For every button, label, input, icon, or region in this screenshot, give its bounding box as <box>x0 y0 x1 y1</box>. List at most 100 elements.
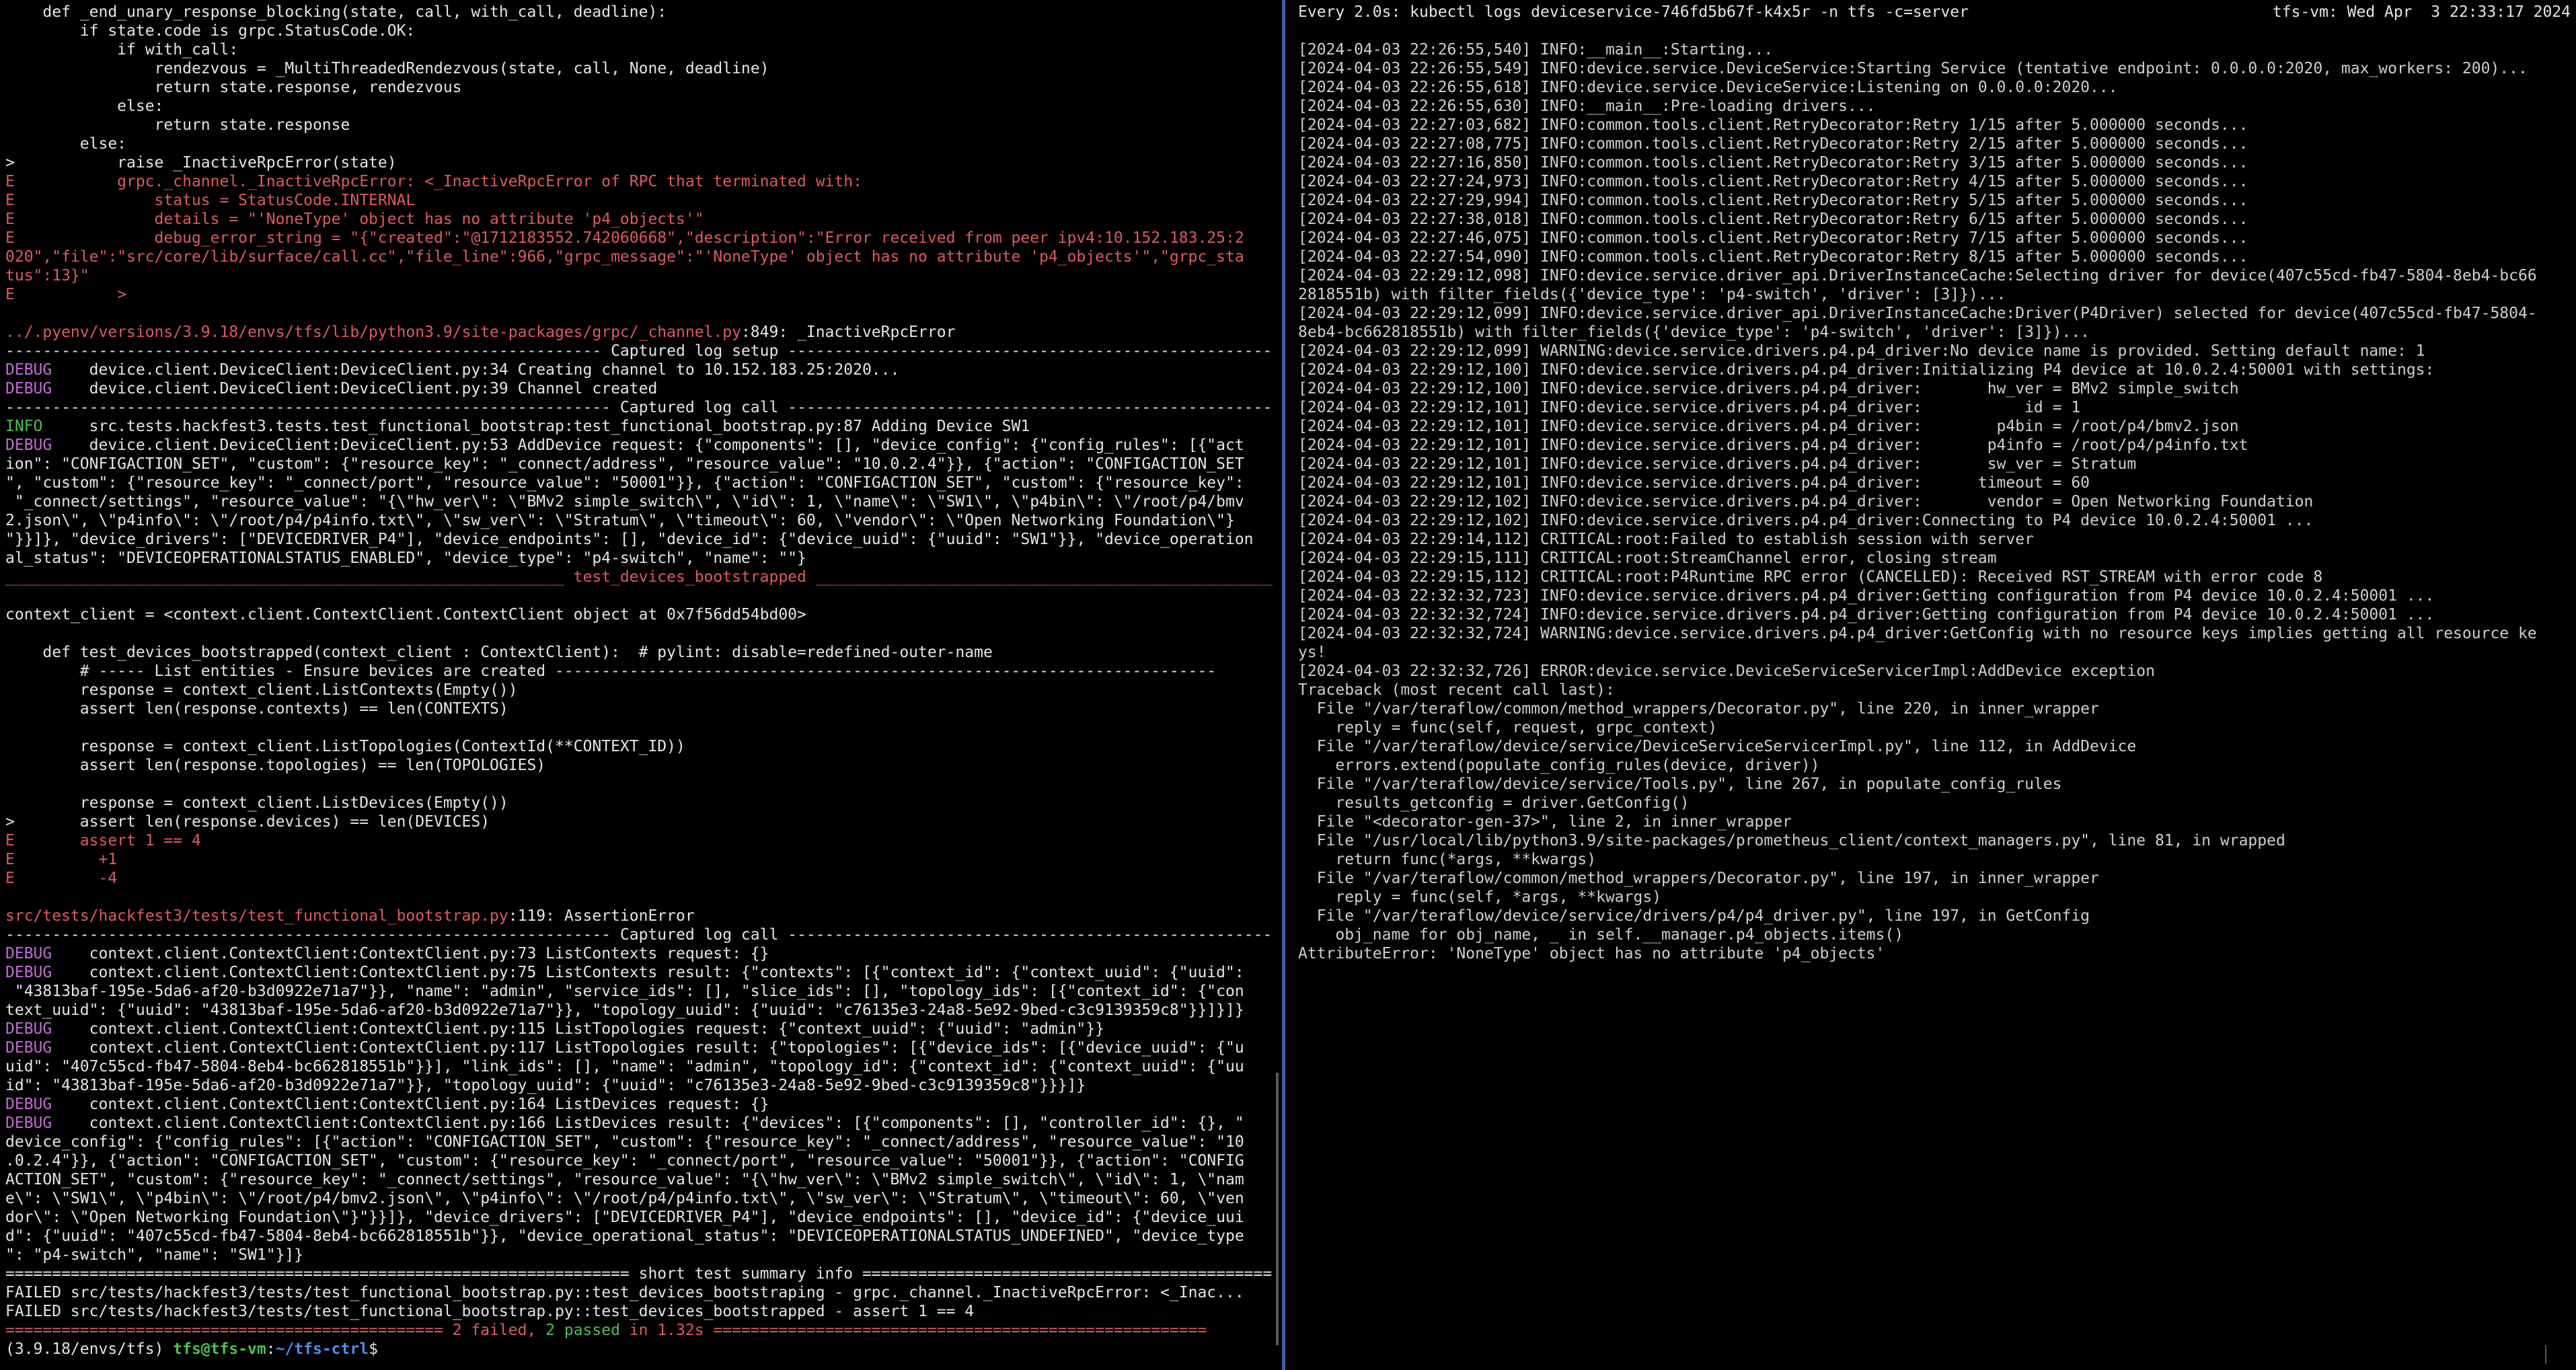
log-line: [2024-04-03 22:29:12,099] WARNING:device… <box>1298 342 2425 360</box>
terminal-line: ": "p4-switch", "name": "SW1"}]} <box>5 1246 304 1264</box>
summary-separator: ========================================… <box>704 1322 1207 1339</box>
terminal-line: DEBUG context.client.ContextClient:Conte… <box>5 1114 1273 1133</box>
terminal-text-segment: DEBUG <box>5 361 80 379</box>
terminal-text-segment: context.client.ContextClient:ContextClie… <box>79 1114 1244 1132</box>
log-line: File "/var/teraflow/device/service/Devic… <box>1298 738 2137 755</box>
log-line: [2024-04-03 22:27:46,075] INFO:common.to… <box>1298 229 2248 247</box>
log-line: File "/var/teraflow/device/service/drive… <box>1298 907 2090 925</box>
terminal-window: def _end_unary_response_blocking(state, … <box>0 0 2576 1370</box>
log-line: [2024-04-03 22:29:12,101] INFO:device.se… <box>1298 474 2090 492</box>
prompt-path: ~/tfs-ctrl <box>275 1340 369 1358</box>
log-line: [2024-04-03 22:29:12,101] INFO:device.se… <box>1298 399 2081 416</box>
terminal-line: 020","file":"src/core/lib/surface/call.c… <box>5 248 1244 266</box>
log-line: [2024-04-03 22:29:12,101] INFO:device.se… <box>1298 418 2239 435</box>
log-line: [2024-04-03 22:26:55,630] INFO:__main__:… <box>1298 98 1876 115</box>
terminal-line: d": {"uuid": "407c55cd-fb47-5804-8eb4-bc… <box>5 1227 1244 1245</box>
terminal-line: device_config": {"config_rules": [{"acti… <box>5 1133 1244 1151</box>
pytest-output-lines: def _end_unary_response_blocking(state, … <box>5 3 1273 1359</box>
log-line: [2024-04-03 22:32:32,724] INFO:device.se… <box>1298 606 2435 623</box>
log-line: [2024-04-03 22:27:54,090] INFO:common.to… <box>1298 248 2248 266</box>
log-line: [2024-04-03 22:32:32,724] WARNING:device… <box>1298 625 2537 642</box>
shell-prompt[interactable]: (3.9.18/envs/tfs) tfs@tfs-vm:~/tfs-ctrl$ <box>5 1340 1273 1359</box>
log-line: [2024-04-03 22:29:12,102] INFO:device.se… <box>1298 512 2314 529</box>
kubectl-logs-pane[interactable]: Every 2.0s: kubectl logs deviceservice-7… <box>1290 0 2576 1370</box>
prompt-symbol: $ <box>369 1340 378 1358</box>
terminal-line: ========================================… <box>5 1265 1273 1283</box>
log-line: ys! <box>1298 644 1326 661</box>
terminal-line: assert len(response.topologies) == len(T… <box>5 757 546 774</box>
kubectl-log-lines: [2024-04-03 22:26:55,540] INFO:__main__:… <box>1298 22 2571 963</box>
log-line: [2024-04-03 22:27:08,775] INFO:common.to… <box>1298 135 2248 153</box>
terminal-text-segment: src/tests/hackfest3/tests/test_functiona… <box>5 907 508 925</box>
log-line: obj_name for obj_name, _ in self.__manag… <box>1298 926 1904 944</box>
terminal-line: ACTION_SET", "custom": {"resource_key": … <box>5 1171 1244 1188</box>
log-line: [2024-04-03 22:27:29,994] INFO:common.to… <box>1298 192 2248 209</box>
terminal-text-segment: device.client.DeviceClient:DeviceClient.… <box>79 380 658 397</box>
terminal-line: E assert 1 == 4 <box>5 832 201 849</box>
terminal-line: DEBUG context.client.ContextClient:Conte… <box>5 1038 1273 1057</box>
terminal-line: dor\": \"Open Networking Foundation\"}"}… <box>5 1209 1244 1226</box>
log-line: [2024-04-03 22:29:12,101] INFO:device.se… <box>1298 436 2248 454</box>
terminal-line: assert len(response.contexts) == len(CON… <box>5 700 508 718</box>
terminal-line: E +1 <box>5 851 118 868</box>
terminal-text-segment: device.client.DeviceClient:DeviceClient.… <box>79 361 900 379</box>
terminal-line: def _end_unary_response_blocking(state, … <box>5 3 667 21</box>
terminal-line: al_status": "DEVICEOPERATIONALSTATUS_ENA… <box>5 549 806 567</box>
log-line: AttributeError: 'NoneType' object has no… <box>1298 945 1885 962</box>
summary-comma: , <box>527 1322 546 1339</box>
log-line: [2024-04-03 22:26:55,549] INFO:device.se… <box>1298 60 2528 77</box>
terminal-line: ----------------------------------------… <box>5 342 1273 360</box>
terminal-line: context_client = <context.client.Context… <box>5 606 806 623</box>
terminal-line: def test_devices_bootstrapped(context_cl… <box>5 644 993 661</box>
terminal-text-segment: DEBUG <box>5 1039 80 1057</box>
terminal-line: E debug_error_string = "{"created":"@171… <box>5 229 1244 247</box>
terminal-text-segment: context.client.ContextClient:ContextClie… <box>79 1096 769 1113</box>
terminal-text-segment: DEBUG <box>5 1114 80 1132</box>
log-line: [2024-04-03 22:27:24,973] INFO:common.to… <box>1298 173 2248 190</box>
terminal-text-segment: DEBUG <box>5 964 80 981</box>
terminal-line: response = context_client.ListTopologies… <box>5 738 685 755</box>
pane-divider[interactable] <box>1282 0 1285 1370</box>
log-line: File "/var/teraflow/device/service/Tools… <box>1298 775 2062 793</box>
log-line: File "/var/teraflow/common/method_wrappe… <box>1298 700 2099 718</box>
log-line: 8eb4-bc662818551b) with filter_fields({'… <box>1298 324 2090 341</box>
terminal-line: src/tests/hackfest3/tests/test_functiona… <box>5 907 1273 925</box>
terminal-line: DEBUG context.client.ContextClient:Conte… <box>5 1020 1273 1038</box>
terminal-line: # ----- List entities - Ensure bevices a… <box>5 662 1217 680</box>
log-line: [2024-04-03 22:29:15,112] CRITICAL:root:… <box>1298 568 2323 586</box>
terminal-text-segment: DEBUG <box>5 380 80 397</box>
log-line: [2024-04-03 22:27:03,682] INFO:common.to… <box>1298 116 2248 134</box>
terminal-line: E details = "'NoneType' object has no at… <box>5 211 704 228</box>
terminal-line: FAILED src/tests/hackfest3/tests/test_fu… <box>5 1284 1244 1301</box>
summary-duration: in 1.32s <box>619 1322 704 1339</box>
terminal-line: else: <box>5 98 164 115</box>
terminal-line: ../.pyenv/versions/3.9.18/envs/tfs/lib/p… <box>5 323 1273 342</box>
failed-count: 2 failed <box>452 1322 527 1339</box>
terminal-line: if with_call: <box>5 41 239 59</box>
terminal-text-segment: :119: AssertionError <box>508 907 695 925</box>
prompt-user-host: tfs@tfs-vm <box>173 1340 266 1358</box>
log-line: [2024-04-03 22:32:32,723] INFO:device.se… <box>1298 587 2435 605</box>
terminal-line: E -4 <box>5 870 118 887</box>
terminal-line: ", "custom": {"resource_key": "_connect/… <box>5 474 1244 492</box>
passed-count: 2 passed <box>545 1322 620 1339</box>
terminal-text-segment: context.client.ContextClient:ContextClie… <box>79 1020 1104 1038</box>
log-line: [2024-04-03 22:29:12,100] INFO:device.se… <box>1298 380 2239 397</box>
terminal-line: E status = StatusCode.INTERNAL <box>5 192 416 209</box>
terminal-line: FAILED src/tests/hackfest3/tests/test_fu… <box>5 1303 975 1320</box>
log-line: Traceback (most recent call last): <box>1298 681 1615 699</box>
log-line: [2024-04-03 22:27:38,018] INFO:common.to… <box>1298 211 2248 228</box>
pytest-output-pane[interactable]: def _end_unary_response_blocking(state, … <box>0 0 1278 1370</box>
terminal-line: > raise _InactiveRpcError(state) <box>5 154 397 172</box>
log-line: [2024-04-03 22:29:12,100] INFO:device.se… <box>1298 361 2435 379</box>
scrollbar-thumb[interactable] <box>1276 1073 1279 1345</box>
terminal-text-segment: :849: _InactiveRpcError <box>741 324 956 341</box>
watch-command: Every 2.0s: kubectl logs deviceservice-7… <box>1298 3 1969 21</box>
log-line: errors.extend(populate_config_rules(devi… <box>1298 757 1820 774</box>
